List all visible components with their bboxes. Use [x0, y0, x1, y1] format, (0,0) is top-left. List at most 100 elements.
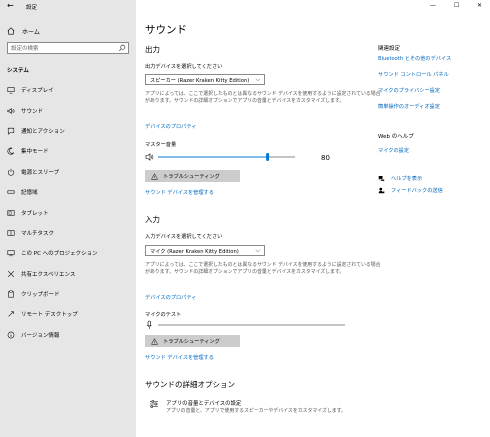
volume-value: 80: [321, 154, 330, 162]
power-icon: [7, 168, 15, 176]
mic-stand-icon: [146, 324, 152, 329]
close-button[interactable]: ✕: [477, 2, 482, 9]
sidebar: ← 設定 ホーム システム ディスプレイ サウンド 通知とアクション 集中モード…: [0, 0, 136, 437]
advanced-heading: サウンドの詳細オプション: [145, 380, 235, 389]
sidebar-item-display[interactable]: ディスプレイ: [0, 80, 136, 100]
sidebar-item-label: バージョン情報: [21, 332, 60, 339]
sidebar-item-about[interactable]: バージョン情報: [0, 325, 136, 345]
share-icon: [7, 270, 15, 278]
mic-icon: [147, 320, 151, 327]
master-volume-label: マスター音量: [145, 142, 177, 148]
input-device-dropdown[interactable]: マイク (Razer Kraken Kitty Edition) ⌵: [145, 245, 265, 256]
related-link-bluetooth[interactable]: Bluetooth とその他のデバイス: [378, 55, 451, 62]
multitask-icon: [7, 229, 15, 237]
related-link-ease-of-access-audio[interactable]: 簡単操作のオーディオ設定: [378, 103, 440, 110]
home-nav[interactable]: ホーム: [7, 25, 40, 37]
related-link-mic-privacy[interactable]: マイクのプライバシー設定: [378, 87, 440, 94]
sliders-icon: [150, 400, 158, 408]
chevron-down-icon: ⌵: [255, 247, 260, 254]
remote-icon: [7, 310, 15, 318]
sidebar-item-label: 電源とスリープ: [21, 169, 60, 176]
input-heading: 入力: [145, 215, 160, 224]
troubleshoot-label: トラブルシューティング: [163, 338, 220, 345]
storage-icon: [7, 188, 15, 196]
output-description: アプリによっては、ここで選択したものとは異なるサウンド デバイスを使用するように…: [145, 91, 381, 105]
related-link-sound-control-panel[interactable]: サウンド コントロール パネル: [378, 71, 449, 78]
nav-list: ディスプレイ サウンド 通知とアクション 集中モード 電源とスリープ 記憶域 タ…: [0, 80, 136, 345]
sidebar-item-label: クリップボード: [21, 292, 60, 299]
chevron-down-icon: ⌵: [255, 76, 260, 83]
sidebar-item-label: 集中モード: [21, 149, 49, 156]
sidebar-item-clipboard[interactable]: クリップボード: [0, 284, 136, 304]
app-volume-settings-link[interactable]: アプリの音量とデバイスの設定: [166, 399, 241, 407]
master-volume-slider[interactable]: [145, 152, 295, 162]
sidebar-item-storage[interactable]: 記憶域: [0, 182, 136, 202]
volume-speaker-icon: [145, 153, 151, 161]
sidebar-item-remote-desktop[interactable]: リモート デスクトップ: [0, 304, 136, 324]
sidebar-item-label: 通知とアクション: [21, 128, 65, 135]
clipboard-icon: [7, 290, 15, 298]
main-content: — ☐ ✕ サウンド 出力 出力デバイスを選択してください スピーカー (Raz…: [136, 0, 490, 437]
maximize-button[interactable]: ☐: [454, 2, 459, 9]
output-select-label: 出力デバイスを選択してください: [145, 64, 223, 70]
input-manage-link[interactable]: サウンド デバイスを管理する: [145, 354, 214, 361]
warning-icon: [151, 337, 158, 345]
sidebar-item-projection[interactable]: この PC へのプロジェクション: [0, 243, 136, 263]
sidebar-item-label: タブレット: [21, 210, 49, 217]
search-input[interactable]: [11, 44, 111, 53]
mic-test-label: マイクのテスト: [145, 312, 182, 318]
moon-icon: [7, 147, 15, 155]
sidebar-item-label: この PC へのプロジェクション: [21, 251, 98, 258]
home-label: ホーム: [22, 28, 40, 36]
slider-thumb: [266, 153, 270, 161]
sidebar-item-power[interactable]: 電源とスリープ: [0, 162, 136, 182]
web-help-link-mic[interactable]: マイクの設定: [378, 147, 409, 154]
sidebar-item-tablet[interactable]: タブレット: [0, 202, 136, 222]
send-feedback-label: フィードバックの送信: [391, 188, 443, 194]
input-select-label: 入力デバイスを選択してください: [145, 234, 223, 240]
output-device-dropdown[interactable]: スピーカー (Razer Kraken Kitty Edition) ⌵: [145, 74, 265, 85]
projection-icon: [7, 249, 15, 257]
output-manage-link[interactable]: サウンド デバイスを管理する: [145, 189, 214, 196]
troubleshoot-label: トラブルシューティング: [163, 173, 220, 180]
back-arrow-icon[interactable]: ←: [7, 1, 14, 10]
mic-test-meter: [146, 320, 345, 329]
sidebar-item-focus[interactable]: 集中モード: [0, 141, 136, 161]
search-box[interactable]: [7, 42, 129, 54]
feedback-icon: [378, 187, 385, 194]
minimize-button[interactable]: —: [430, 2, 436, 9]
output-properties-link[interactable]: デバイスのプロパティ: [145, 123, 196, 130]
home-icon: [7, 27, 15, 35]
sidebar-item-label: ディスプレイ: [21, 88, 54, 95]
mic-meter-track: [158, 324, 345, 326]
info-icon: [7, 331, 15, 339]
web-help-heading: Web のヘルプ: [378, 134, 414, 140]
slider-fill: [158, 156, 268, 158]
volume-wave-icon: [151, 154, 154, 160]
related-settings-heading: 関連設定: [378, 46, 401, 52]
title-bar: ← 設定: [0, 0, 136, 14]
page-title: サウンド: [145, 24, 187, 36]
app-volume-settings-desc: アプリの音量と、アプリで使用するスピーカーやデバイスをカスタマイズします。: [166, 408, 346, 414]
sidebar-item-multitask[interactable]: マルチタスク: [0, 223, 136, 243]
sidebar-item-shared[interactable]: 共有エクスペリエンス: [0, 264, 136, 284]
send-feedback-link[interactable]: フィードバックの送信: [378, 187, 443, 194]
tablet-icon: [7, 209, 15, 217]
input-troubleshoot-button[interactable]: トラブルシューティング: [145, 335, 240, 347]
get-help-link[interactable]: ヘルプを表示: [378, 175, 422, 182]
sidebar-item-notifications[interactable]: 通知とアクション: [0, 121, 136, 141]
output-device-value: スピーカー (Razer Kraken Kitty Edition): [150, 78, 250, 84]
search-icon[interactable]: [118, 44, 126, 52]
input-properties-link[interactable]: デバイスのプロパティ: [145, 294, 196, 301]
notification-icon: [7, 127, 15, 135]
sidebar-item-sound[interactable]: サウンド: [0, 100, 136, 120]
output-troubleshoot-button[interactable]: トラブルシューティング: [145, 170, 240, 182]
help-chat-icon: [378, 176, 385, 182]
sidebar-item-label: サウンド: [21, 108, 44, 115]
get-help-label: ヘルプを表示: [391, 176, 423, 182]
display-icon: [7, 86, 15, 94]
section-label: システム: [7, 68, 29, 74]
sidebar-item-label: リモート デスクトップ: [21, 312, 78, 319]
warning-icon: [151, 172, 158, 180]
app-title: 設定: [26, 5, 38, 11]
